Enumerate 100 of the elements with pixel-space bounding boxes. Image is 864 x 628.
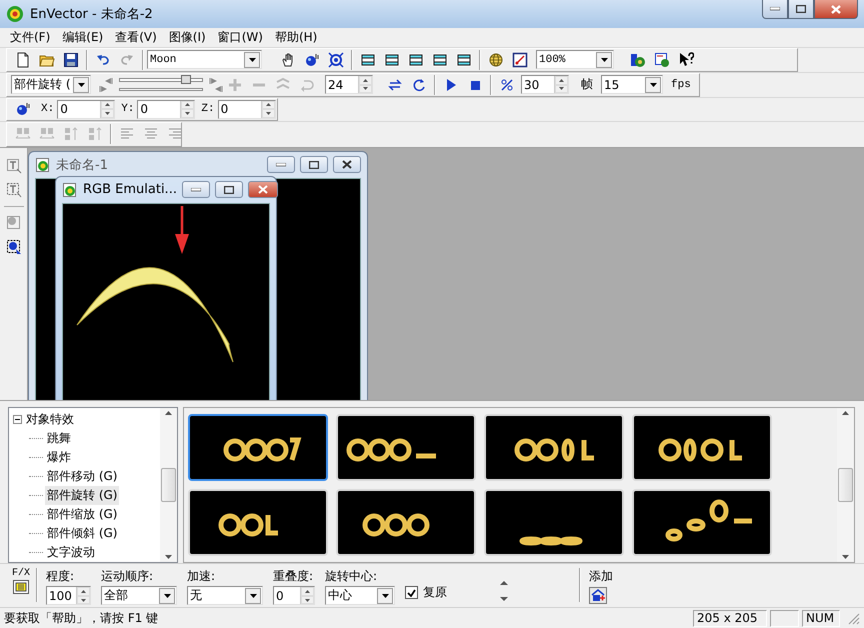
up-arrow-icon[interactable] [266, 103, 271, 106]
up-arrow-icon[interactable] [81, 590, 86, 594]
caret-icon[interactable] [248, 58, 256, 62]
menu-item[interactable]: 窗口(W) [212, 28, 269, 46]
up-arrow-icon[interactable] [305, 590, 310, 594]
maximize-icon[interactable] [796, 5, 806, 13]
caret-icon[interactable] [650, 82, 656, 87]
panel-icon[interactable] [408, 52, 424, 68]
up-arrow-icon[interactable] [842, 411, 849, 416]
tree-item[interactable]: 部件移动 (G) [45, 467, 120, 486]
scroll-thumb[interactable] [161, 468, 176, 502]
down-arrow-icon[interactable] [559, 87, 564, 90]
panel-icon[interactable] [384, 52, 400, 68]
collapse-toggle[interactable] [13, 415, 22, 424]
menu-item[interactable]: 文件(F) [4, 28, 56, 46]
help-cursor-icon[interactable] [678, 52, 694, 68]
spin-buttons[interactable] [300, 587, 314, 604]
step-arrows-icon[interactable] [209, 76, 223, 93]
minus-icon[interactable] [15, 417, 20, 422]
scroll-thumb[interactable] [838, 468, 853, 502]
close-button[interactable] [248, 181, 278, 198]
option-dropdown[interactable]: 无 [187, 586, 264, 606]
fps-dropdown[interactable]: 15 [601, 75, 663, 94]
spin-buttons[interactable] [260, 100, 275, 118]
up-arrow-icon[interactable] [559, 78, 564, 82]
save-icon[interactable] [63, 52, 79, 68]
spin-buttons[interactable] [76, 587, 90, 604]
down-arrow-icon[interactable] [266, 112, 271, 115]
new-file-icon[interactable] [15, 52, 31, 68]
tree-item[interactable]: 爆炸 [45, 448, 73, 468]
zoom-dropdown[interactable]: 100% [536, 50, 614, 70]
spin-buttons[interactable] [100, 100, 114, 118]
down-arrow-icon[interactable] [185, 112, 190, 115]
circular-arrow-icon[interactable] [411, 76, 427, 93]
text-frame-icon[interactable] [6, 158, 22, 174]
shape-dropdown[interactable]: Moon [147, 50, 262, 70]
caret-icon[interactable] [600, 58, 608, 62]
close-button[interactable] [333, 156, 361, 174]
chart-icon[interactable] [512, 52, 528, 68]
scrollbar[interactable] [160, 408, 177, 562]
loop-icon[interactable] [387, 76, 403, 93]
text-select-icon[interactable] [6, 182, 22, 198]
spin-buttons[interactable] [554, 76, 568, 94]
target-icon[interactable] [328, 52, 344, 68]
up-arrow-icon[interactable] [363, 78, 368, 82]
tree-item[interactable]: 部件旋转 (G) [45, 486, 120, 506]
minimize-icon[interactable] [770, 7, 780, 11]
up-arrow-icon[interactable] [105, 103, 110, 106]
down-arrow-icon[interactable] [105, 112, 110, 115]
menu-item[interactable]: 图像(I) [162, 28, 212, 46]
down-arrow-icon[interactable] [165, 555, 172, 560]
spin-buttons[interactable] [358, 76, 372, 94]
caret-icon[interactable] [250, 594, 257, 598]
globe-icon[interactable] [488, 52, 504, 68]
menu-item[interactable]: 编辑(E) [56, 28, 110, 46]
minimize-button[interactable] [267, 156, 295, 174]
coordinate-spin-field[interactable]: 0 [218, 100, 276, 119]
option-dropdown[interactable]: 全部 [101, 586, 178, 606]
up-arrow-icon[interactable] [185, 103, 190, 106]
minimize-icon[interactable] [276, 162, 286, 167]
down-arrow-icon[interactable] [305, 598, 310, 602]
maximize-icon[interactable] [224, 186, 234, 194]
caret-icon[interactable] [382, 594, 389, 598]
maximize-button[interactable] [788, 0, 814, 19]
effect-preview[interactable] [188, 414, 328, 482]
up-arrow-icon[interactable] [165, 411, 172, 416]
caret-icon[interactable] [78, 82, 84, 87]
spin-buttons[interactable] [180, 100, 194, 118]
step-arrows-icon[interactable] [99, 76, 113, 93]
slider-thumb[interactable] [180, 74, 191, 84]
value-spin-field[interactable]: 100 [46, 586, 92, 606]
scrollbar[interactable] [837, 408, 854, 562]
add-to-library-icon[interactable] [589, 587, 608, 604]
tree-item[interactable]: 文字波动 [45, 543, 97, 562]
maximize-icon[interactable] [309, 160, 319, 169]
value-spin-field[interactable]: 0 [273, 586, 316, 606]
down-arrow-icon[interactable] [81, 598, 86, 602]
image-icon[interactable] [654, 52, 670, 68]
tree-item[interactable]: 跳舞 [45, 429, 73, 448]
close-icon[interactable] [342, 160, 352, 170]
coordinate-spin-field[interactable]: 0 [137, 100, 196, 119]
tree-item[interactable]: 部件倾斜 (G) [45, 524, 120, 544]
speed-spin-field[interactable]: 30 [521, 75, 569, 94]
down-arrow-icon[interactable] [363, 87, 368, 90]
tree-item[interactable]: 对象特效 [26, 411, 74, 428]
film-icon[interactable] [13, 580, 29, 594]
menu-item[interactable]: 帮助(H) [268, 28, 324, 46]
object-select-icon[interactable] [6, 238, 22, 255]
option-dropdown[interactable]: 中心 [325, 586, 396, 606]
checkmark-icon[interactable] [407, 588, 416, 597]
menu-item[interactable]: 查看(V) [109, 28, 163, 46]
effect-dropdown[interactable]: 部件旋转 ( [11, 75, 91, 94]
slider-track[interactable] [119, 78, 203, 82]
steps-spin-field[interactable]: 24 [325, 75, 373, 94]
restore-checkbox[interactable] [405, 586, 418, 600]
minimize-icon[interactable] [190, 188, 201, 192]
close-button[interactable] [814, 0, 858, 19]
coordinate-spin-field[interactable]: 0 [57, 100, 116, 119]
maximize-button[interactable] [300, 156, 328, 174]
maximize-button[interactable] [214, 181, 243, 198]
